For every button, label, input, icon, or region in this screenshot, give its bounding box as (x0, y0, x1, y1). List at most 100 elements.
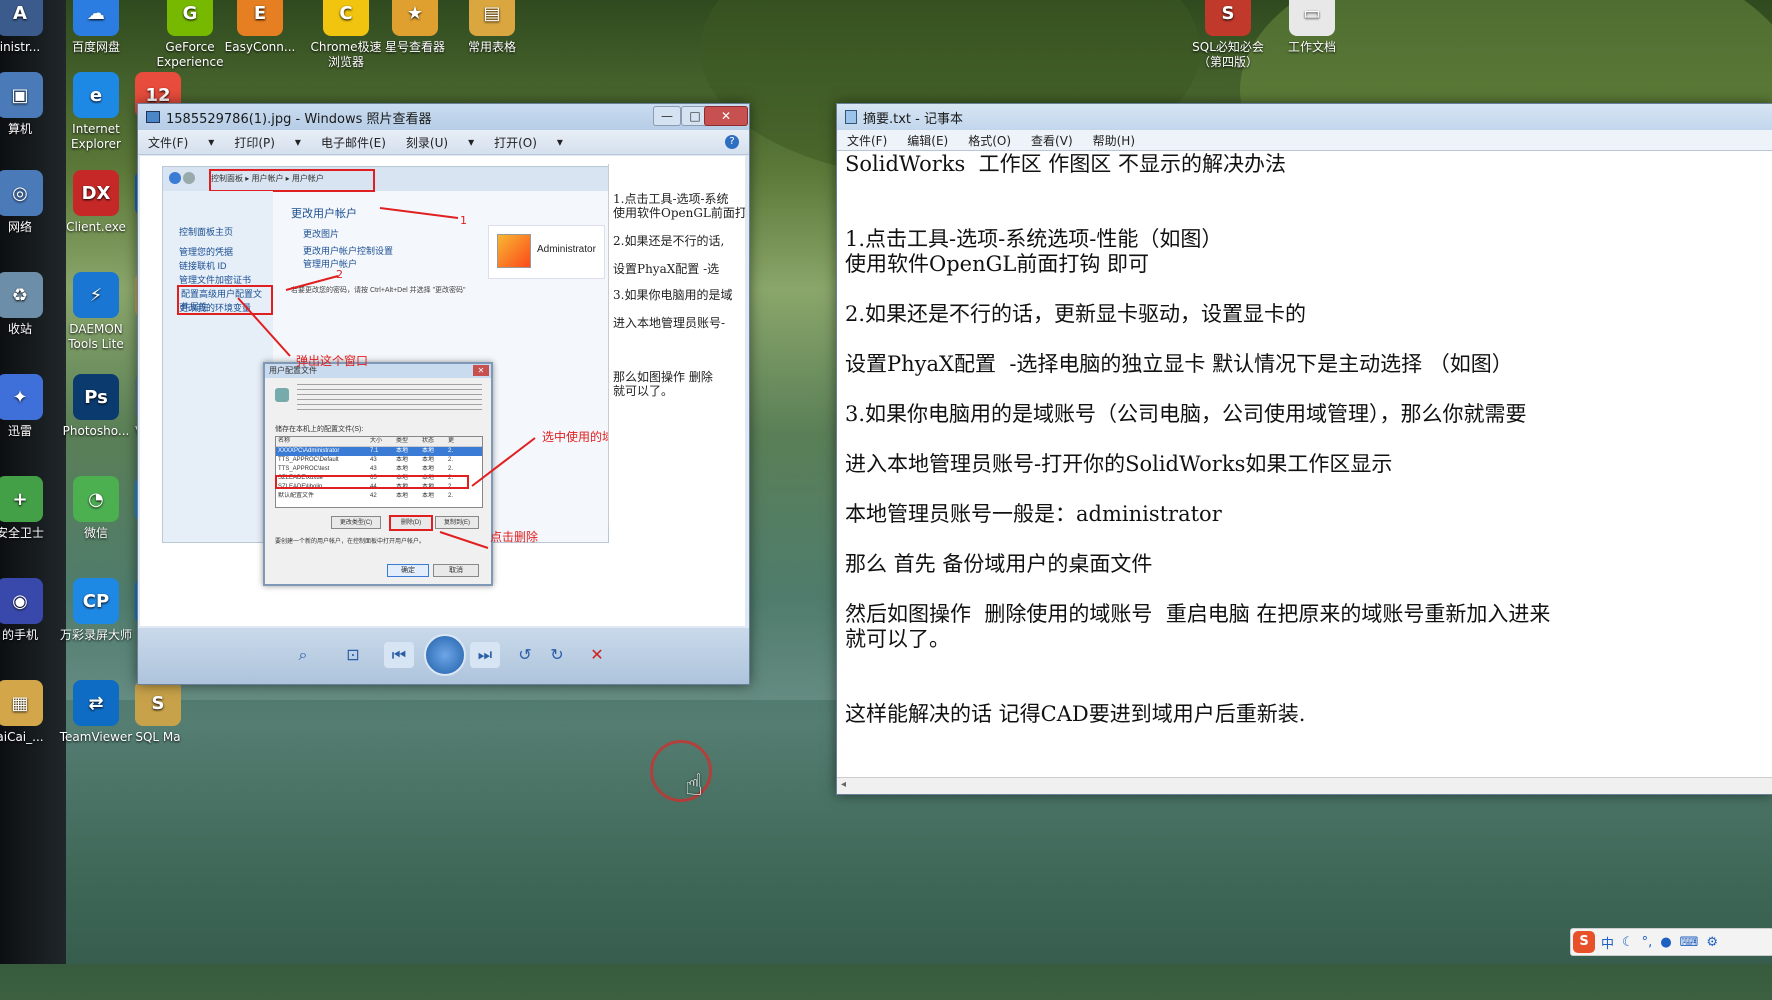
photo-display-area: 控制面板 ▸ 用户帐户 ▸ 用户帐户 控制面板主页 管理您的凭据 链接联机 ID… (140, 156, 745, 626)
mic-icon[interactable]: ● (1660, 935, 1671, 950)
desktop-icon-label: 收站 (7, 322, 32, 336)
desktop-app-icon: ▦ (0, 680, 43, 726)
desktop-icon[interactable]: ▭ 工作文档 (1272, 0, 1352, 55)
fit-icon[interactable]: ⊡ (338, 642, 368, 668)
notepad-menu-edit[interactable]: 编辑(E) (907, 132, 948, 149)
desktop-icon-label: 工作文档 (1287, 40, 1336, 54)
notepad-horizontal-scrollbar[interactable]: ◂ (837, 777, 1772, 794)
arrow-1 (379, 207, 459, 219)
notepad-title: 摘要.txt - 记事本 (863, 111, 963, 127)
annotation-delete: 点击删除 (490, 530, 539, 544)
desktop-icon-label: 百度网盘 (71, 40, 120, 54)
desktop-icon[interactable]: Ainistr... (0, 0, 60, 55)
keyboard-icon[interactable]: ⌨ (1680, 935, 1699, 950)
minimize-button[interactable]: — (653, 106, 681, 126)
preview-line: 2.如果还是不行的话, (613, 234, 725, 248)
desktop-icon[interactable]: ▦ aiCai_... (0, 680, 60, 745)
notepad-menu-file[interactable]: 文件(F) (847, 132, 887, 149)
notepad-titlebar[interactable]: 摘要.txt - 记事本 (837, 104, 1772, 130)
scroll-left-icon[interactable]: ◂ (841, 779, 846, 790)
desktop-icon-label: inistr... (0, 40, 41, 54)
desktop-app-icon: S (135, 680, 181, 726)
punctuation-icon[interactable]: °, (1642, 935, 1653, 950)
arrow-popup (237, 297, 291, 357)
notepad-text-area[interactable]: SolidWorks 工作区 作图区 不显示的解决办法 1.点击工具-选项-系统… (845, 152, 1762, 727)
delete-icon[interactable]: ✕ (582, 642, 612, 668)
desktop-icon-label: 常用表格 (467, 40, 516, 54)
notepad-preview: 1.点击工具-选项-系统 使用软件OpenGL前面打 2.如果还是不行的话, 设… (608, 164, 745, 526)
desktop-app-icon: CP (73, 578, 119, 624)
ime-mode[interactable]: 中 (1601, 933, 1614, 952)
photo-viewer-toolbar: ⌕ ⊡ ⏮ ⏭ ↺ ↻ ✕ (138, 628, 749, 684)
annotation-2: 2 (336, 268, 343, 281)
notepad-menu-format[interactable]: 格式(O) (968, 132, 1011, 149)
annotation-popup: 弹出这个窗口 (296, 354, 369, 368)
desktop-icon[interactable]: ▣ 算机 (0, 72, 60, 137)
preview-line: 使用软件OpenGL前面打 (613, 206, 745, 220)
desktop-app-icon: ▭ (1289, 0, 1335, 36)
photo-viewer-window[interactable]: 1585529786(1).jpg - Windows 照片查看器 — □ ✕ … (137, 103, 750, 685)
desktop-icon-label: 迅雷 (7, 424, 32, 438)
arrow-2 (285, 275, 339, 291)
desktop-icon-label: GeForce Experience (156, 40, 224, 69)
desktop-app-icon: ★ (392, 0, 438, 36)
desktop-icon[interactable]: ◉ 的手机 (0, 578, 60, 643)
desktop-icon[interactable]: ▤ 常用表格 (452, 0, 532, 55)
desktop-icon[interactable]: ✦ 迅雷 (0, 374, 60, 439)
arrow-select (471, 437, 536, 487)
desktop-app-icon: e (73, 72, 119, 118)
notepad-menu-view[interactable]: 查看(V) (1031, 132, 1073, 149)
menu-burn[interactable]: 刻录(U) (406, 134, 448, 151)
settings-icon[interactable]: ⚙ (1706, 935, 1718, 950)
preview-line: 3.如果你电脑用的是域 (613, 288, 733, 302)
annotation-1: 1 (460, 214, 467, 227)
sogou-logo-icon[interactable]: S (1573, 931, 1595, 953)
desktop-icon[interactable]: E EasyConn... (220, 0, 300, 55)
desktop-icon[interactable]: S SQL必知必会（第四版） (1188, 0, 1268, 70)
desktop-icon[interactable]: ◎ 网络 (0, 170, 60, 235)
menu-print[interactable]: 打印(P) (234, 134, 275, 151)
desktop-icon-label: 安全卫士 (0, 526, 44, 540)
desktop-icon[interactable]: + 安全卫士 (0, 476, 60, 541)
photo-viewer-menubar: 文件(F) ▾ 打印(P) ▾ 电子邮件(E) 刻录(U) ▾ 打开(O) ▾ ? (138, 130, 749, 155)
menu-file[interactable]: 文件(F) (148, 134, 188, 151)
menu-open[interactable]: 打开(O) (494, 134, 537, 151)
desktop-app-icon: ◔ (73, 476, 119, 522)
desktop-icon[interactable]: C Chrome极速浏览器 (306, 0, 386, 70)
zoom-icon[interactable]: ⌕ (288, 642, 318, 668)
desktop-icon[interactable]: ♻ 收站 (0, 272, 60, 337)
desktop-icon-label: 算机 (7, 122, 32, 136)
previous-icon[interactable]: ⏮ (384, 642, 414, 668)
slideshow-icon[interactable] (424, 634, 466, 676)
moon-icon[interactable]: ☾ (1622, 935, 1634, 950)
desktop-app-icon: + (0, 476, 43, 522)
desktop-icon[interactable]: S SQL Ma (118, 680, 198, 745)
menu-email[interactable]: 电子邮件(E) (321, 134, 386, 151)
preview-line: 就可以了。 (613, 384, 674, 398)
desktop-app-icon: ▣ (0, 72, 43, 118)
notepad-window[interactable]: 摘要.txt - 记事本 文件(F) 编辑(E) 格式(O) 查看(V) 帮助(… (836, 103, 1772, 795)
help-icon[interactable]: ? (725, 135, 739, 149)
hand-cursor-icon: ☝ (685, 768, 704, 803)
desktop-app-icon: ✦ (0, 374, 43, 420)
desktop-icon[interactable]: ☁ 百度网盘 (56, 0, 136, 55)
close-button[interactable]: ✕ (704, 106, 748, 126)
desktop-app-icon: Ps (73, 374, 119, 420)
desktop-icon[interactable]: ★ 星号查看器 (375, 0, 455, 55)
preview-line: 进入本地管理员账号- (613, 316, 726, 330)
desktop-icon-label: SQL必知必会（第四版） (1192, 40, 1264, 69)
desktop-app-icon: ◎ (0, 170, 43, 216)
desktop-icon-label: 网络 (7, 220, 32, 234)
ime-bar[interactable]: S 中 ☾ °, ● ⌨ ⚙ (1570, 928, 1772, 956)
notepad-menu-help[interactable]: 帮助(H) (1093, 132, 1135, 149)
desktop-app-icon: S (1205, 0, 1251, 36)
desktop-icon[interactable]: G GeForce Experience (150, 0, 230, 70)
desktop-icon-label: 的手机 (1, 628, 38, 642)
desktop-app-icon: G (167, 0, 213, 36)
next-icon[interactable]: ⏭ (470, 642, 500, 668)
desktop-app-icon: ⚡ (73, 272, 119, 318)
desktop-app-icon: A (0, 0, 43, 36)
desktop-icon-label: Chrome极速浏览器 (310, 40, 382, 69)
rotate-right-icon[interactable]: ↻ (542, 642, 572, 668)
rotate-left-icon[interactable]: ↺ (510, 642, 540, 668)
